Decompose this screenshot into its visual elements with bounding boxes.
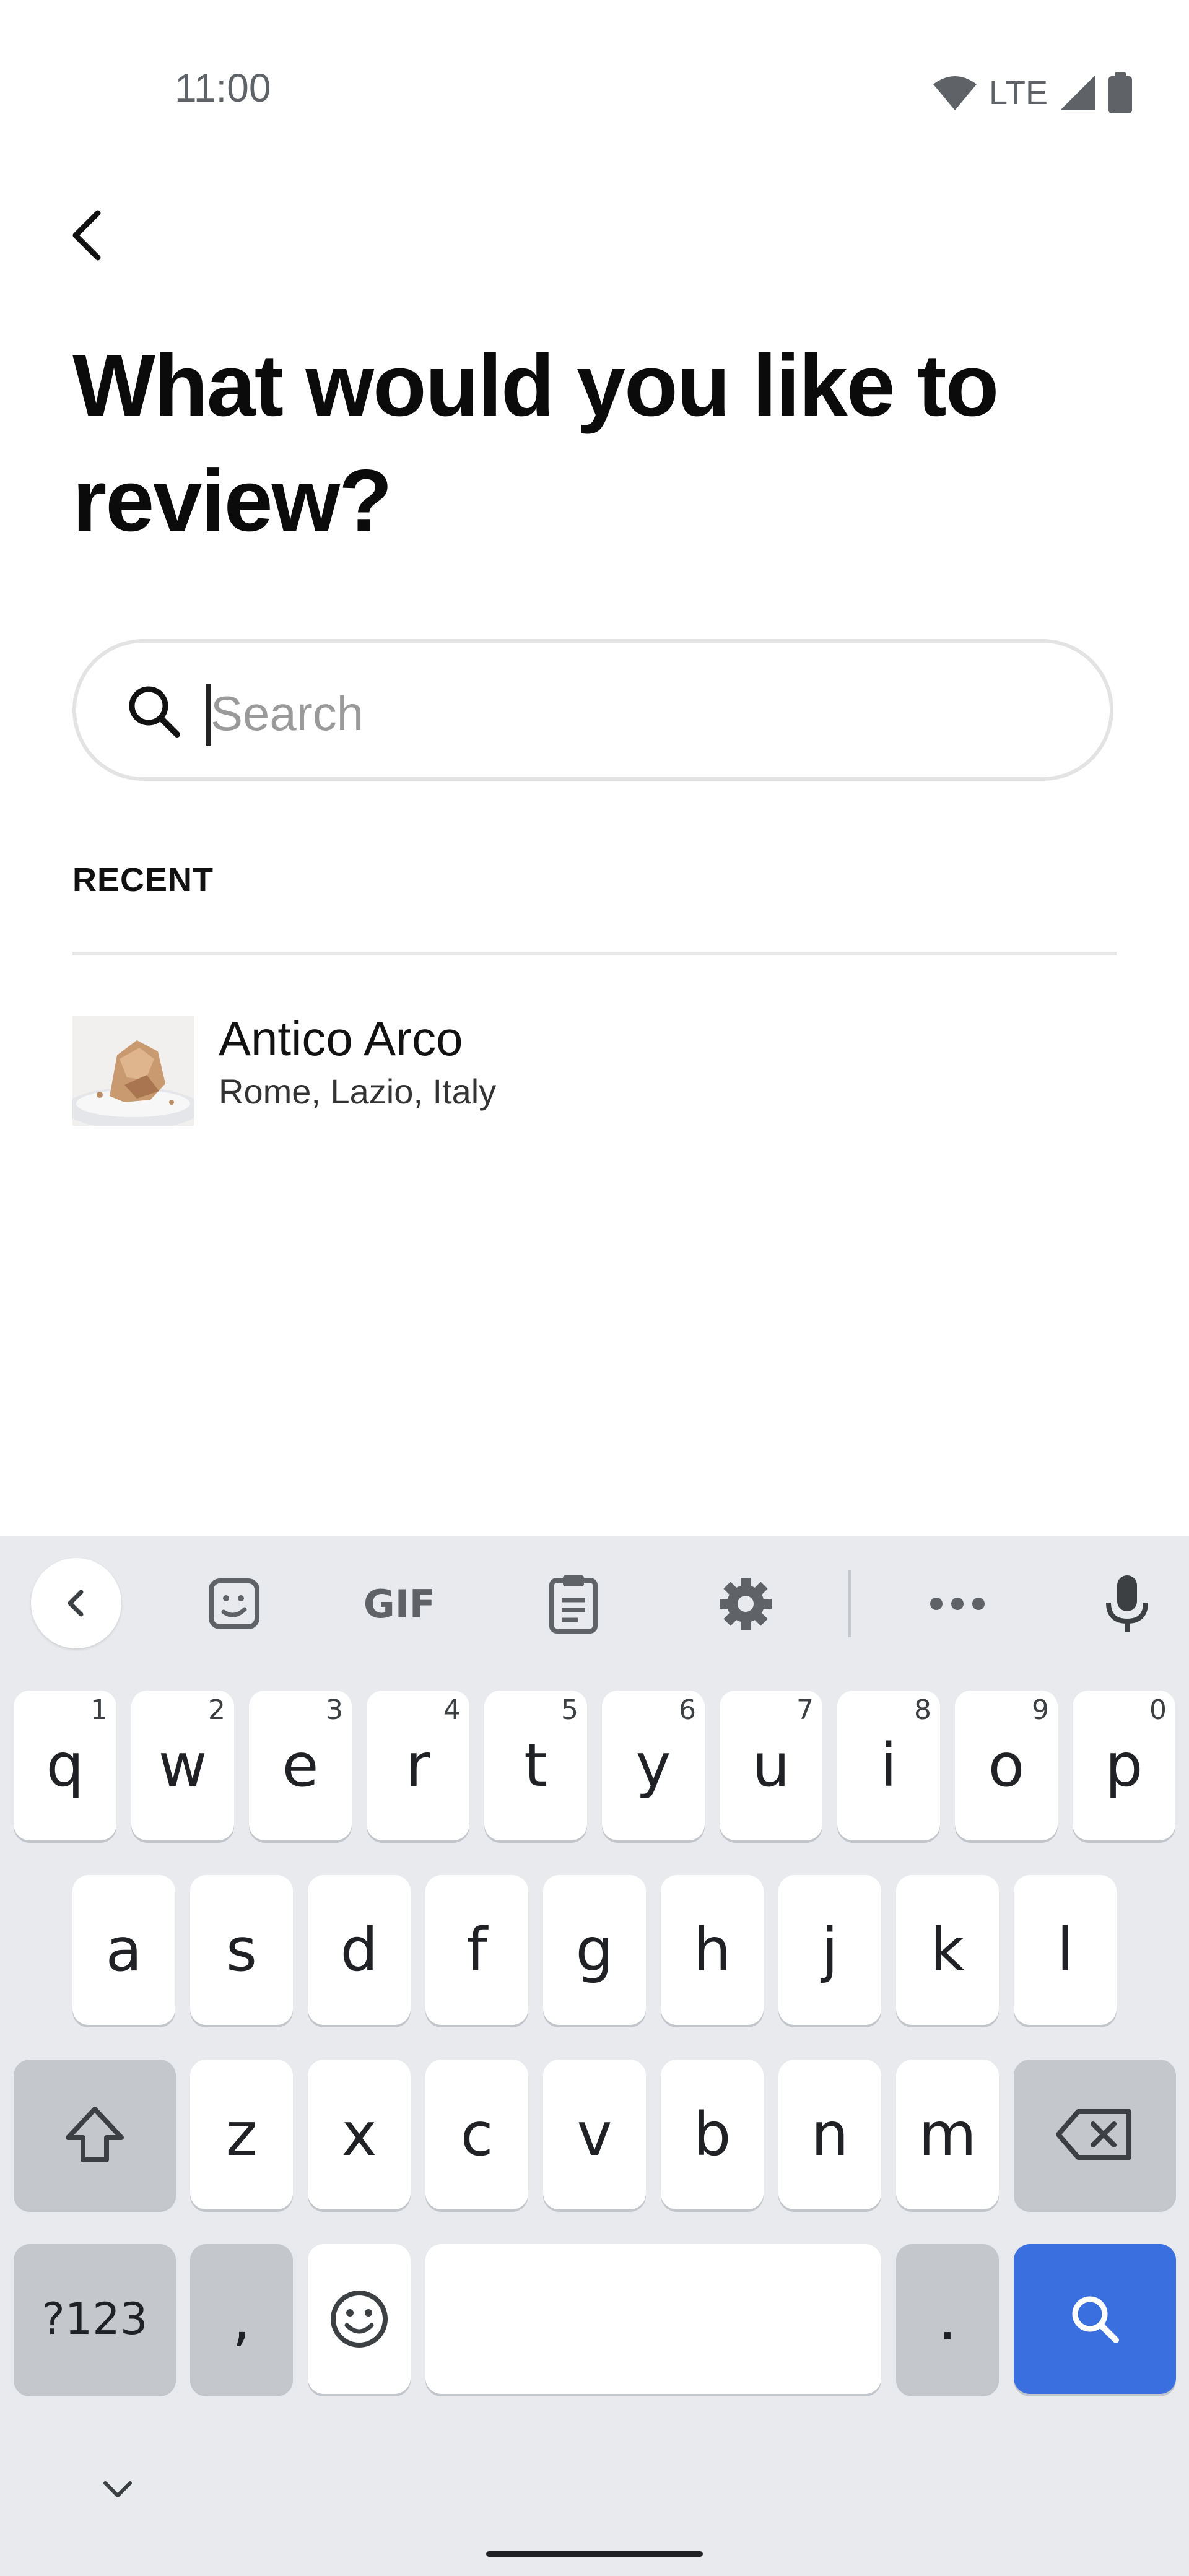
search-icon bbox=[129, 686, 180, 738]
symbols-key[interactable]: ?123 bbox=[14, 2244, 176, 2394]
search-icon bbox=[1072, 2296, 1119, 2343]
sticker-icon bbox=[209, 1578, 259, 1629]
key-j[interactable]: j bbox=[778, 1875, 881, 2025]
key-g[interactable]: g bbox=[543, 1875, 646, 2025]
key-w[interactable]: w2 bbox=[131, 1690, 234, 1840]
key-u[interactable]: u7 bbox=[720, 1690, 822, 1840]
page-title: What would you like to review? bbox=[72, 336, 999, 550]
divider bbox=[72, 952, 1117, 955]
recent-heading: RECENT bbox=[72, 861, 214, 899]
space-key[interactable] bbox=[425, 2244, 881, 2394]
mic-icon bbox=[1106, 1575, 1148, 1632]
key-h[interactable]: h bbox=[661, 1875, 764, 2025]
chevron-down-icon bbox=[103, 2481, 132, 2497]
emoji-key[interactable] bbox=[308, 2244, 411, 2394]
key-f[interactable]: f bbox=[425, 1875, 528, 2025]
key-v[interactable]: v bbox=[543, 2060, 646, 2209]
backspace-key[interactable] bbox=[1014, 2060, 1176, 2209]
backspace-icon bbox=[1056, 2109, 1131, 2160]
search-input[interactable] bbox=[209, 666, 1017, 760]
voice-input-button[interactable] bbox=[1090, 1567, 1164, 1641]
back-button[interactable] bbox=[62, 204, 111, 266]
status-icons: LTE bbox=[932, 65, 1133, 121]
more-button[interactable] bbox=[920, 1567, 995, 1641]
key-t[interactable]: t5 bbox=[484, 1690, 587, 1840]
key-a[interactable]: a bbox=[72, 1875, 175, 2025]
key-e[interactable]: e3 bbox=[249, 1690, 352, 1840]
key-n[interactable]: n bbox=[778, 2060, 881, 2209]
comma-key[interactable]: , bbox=[190, 2244, 293, 2394]
battery-icon bbox=[1108, 72, 1132, 113]
settings-button[interactable] bbox=[708, 1567, 783, 1641]
restaurant-name: Antico Arco bbox=[219, 1011, 463, 1066]
hide-keyboard-button[interactable] bbox=[87, 2465, 149, 2514]
toolbar-separator bbox=[848, 1570, 851, 1637]
shift-icon bbox=[66, 2107, 124, 2162]
restaurant-thumbnail bbox=[72, 1016, 194, 1126]
key-i[interactable]: i8 bbox=[837, 1690, 940, 1840]
search-bar[interactable] bbox=[72, 639, 1113, 781]
period-key[interactable]: . bbox=[896, 2244, 999, 2394]
key-r[interactable]: r4 bbox=[367, 1690, 469, 1840]
clipboard-icon bbox=[549, 1575, 598, 1634]
key-k[interactable]: k bbox=[896, 1875, 999, 2025]
key-p[interactable]: p0 bbox=[1073, 1690, 1175, 1840]
key-s[interactable]: s bbox=[190, 1875, 293, 2025]
key-l[interactable]: l bbox=[1014, 1875, 1117, 2025]
chevron-left-icon bbox=[68, 1590, 84, 1617]
sticker-button[interactable] bbox=[197, 1567, 271, 1641]
key-m[interactable]: m bbox=[896, 2060, 999, 2209]
recent-item[interactable]: Antico Arco Rome, Lazio, Italy bbox=[72, 1003, 1117, 1127]
keyboard-collapse-button[interactable] bbox=[31, 1558, 121, 1648]
key-o[interactable]: o9 bbox=[955, 1690, 1058, 1840]
key-c[interactable]: c bbox=[425, 2060, 528, 2209]
more-icon bbox=[930, 1598, 985, 1610]
restaurant-location: Rome, Lazio, Italy bbox=[219, 1072, 497, 1111]
chevron-left-icon bbox=[72, 210, 101, 261]
shift-key[interactable] bbox=[14, 2060, 176, 2209]
key-z[interactable]: z bbox=[190, 2060, 293, 2209]
emoji-icon bbox=[331, 2291, 388, 2348]
keyboard: GIF q1 w2 e3 r4 t5 y6 u7 i8 o9 p0 a s d … bbox=[0, 1536, 1189, 2576]
clipboard-button[interactable] bbox=[536, 1567, 611, 1641]
home-indicator[interactable] bbox=[486, 2551, 703, 2557]
gear-icon bbox=[720, 1578, 772, 1630]
key-y[interactable]: y6 bbox=[602, 1690, 705, 1840]
search-submit-key[interactable] bbox=[1014, 2244, 1176, 2394]
signal-icon bbox=[1060, 76, 1095, 110]
key-d[interactable]: d bbox=[308, 1875, 411, 2025]
wifi-icon bbox=[933, 76, 977, 110]
key-q[interactable]: q1 bbox=[14, 1690, 116, 1840]
key-b[interactable]: b bbox=[661, 2060, 764, 2209]
key-x[interactable]: x bbox=[308, 2060, 411, 2209]
status-time: 11:00 bbox=[175, 66, 271, 110]
gif-icon[interactable]: GIF bbox=[356, 1567, 443, 1641]
network-label: LTE bbox=[988, 74, 1048, 111]
